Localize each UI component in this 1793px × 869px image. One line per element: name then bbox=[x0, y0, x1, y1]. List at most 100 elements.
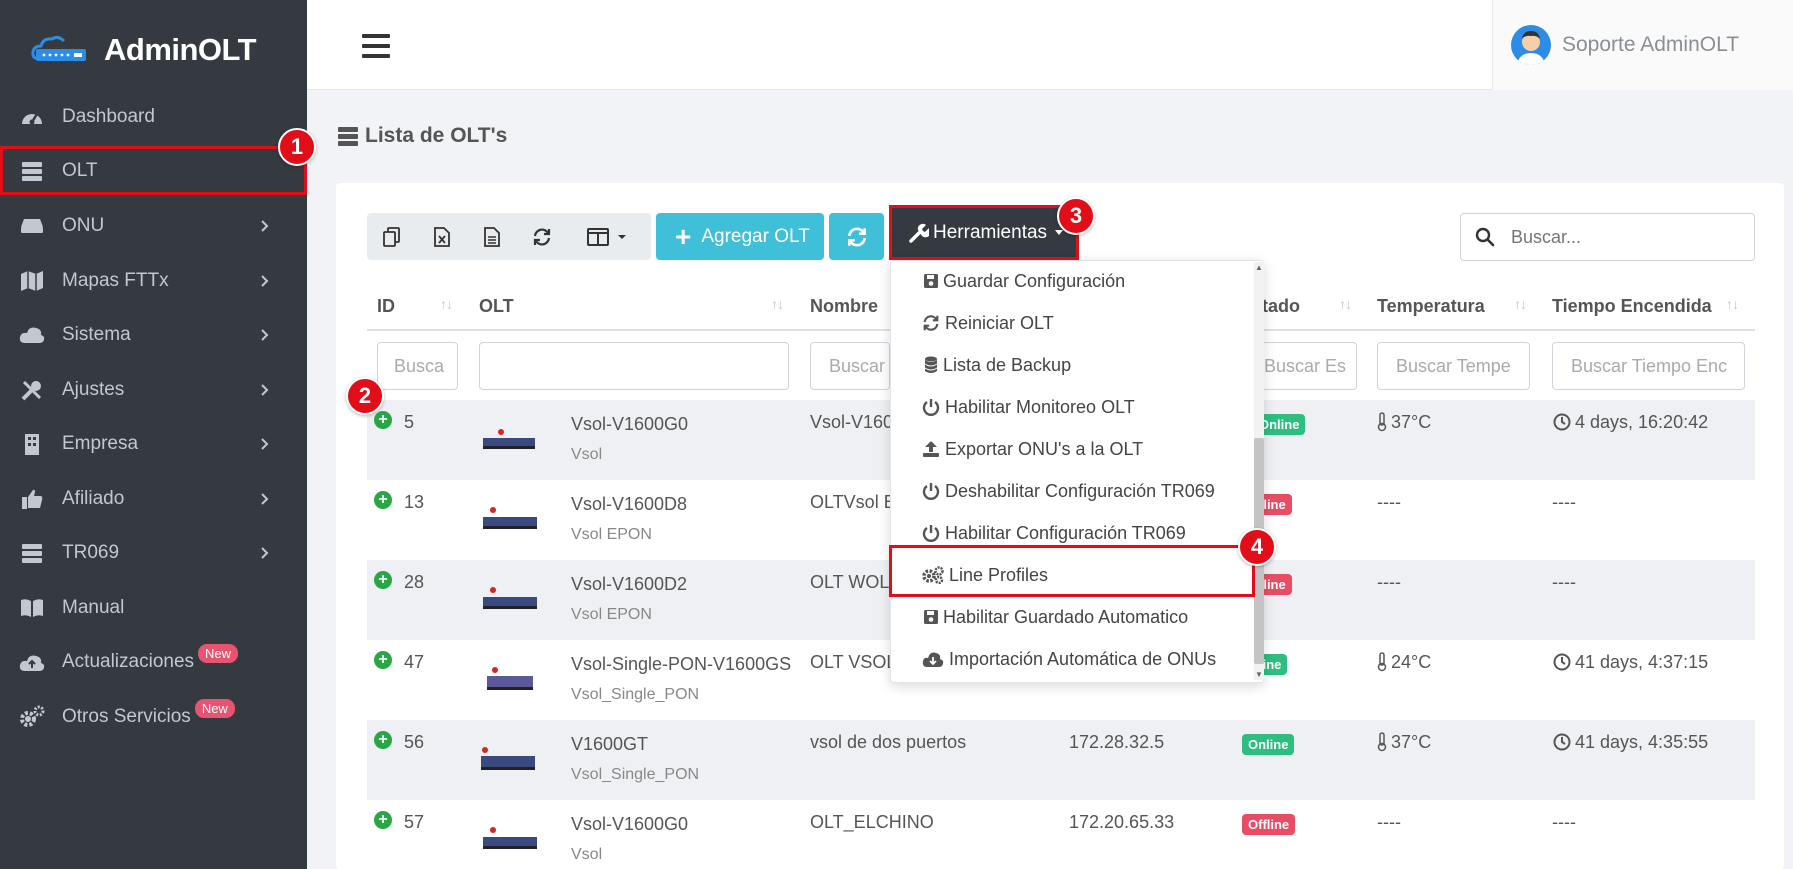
cell-tiempo-encendida: ---- bbox=[1552, 572, 1576, 592]
top-navbar: Soporte AdminOLT bbox=[307, 0, 1793, 90]
filter-nombre-input[interactable]: Buscar bbox=[810, 342, 890, 390]
filter-id-input[interactable]: Busca bbox=[377, 342, 458, 390]
cell-tiempo-encendida: 4 days, 16:20:42 bbox=[1575, 412, 1709, 432]
olt-device-image bbox=[483, 507, 537, 529]
sidebar-item-onu[interactable]: ONU bbox=[0, 201, 307, 251]
expand-row-icon[interactable]: + bbox=[374, 491, 392, 509]
search-icon bbox=[1475, 227, 1495, 247]
scroll-up-arrow-icon[interactable]: ▲ bbox=[1254, 263, 1264, 273]
expand-row-icon[interactable]: + bbox=[374, 651, 392, 669]
copy-button[interactable] bbox=[367, 213, 417, 260]
sidebar-item-mapas-fttx[interactable]: Mapas FTTx bbox=[0, 256, 307, 306]
file-text-icon bbox=[484, 226, 500, 247]
chevron-right-icon bbox=[261, 329, 269, 341]
column-header-olt[interactable]: OLT bbox=[479, 291, 514, 321]
reload-table-button[interactable] bbox=[517, 213, 567, 260]
sidebar-item-label: ONU bbox=[62, 215, 105, 236]
sort-icon[interactable]: ↑↓ bbox=[771, 296, 784, 312]
server-icon bbox=[19, 540, 45, 566]
menu-item-exportar-onus[interactable]: Exportar ONU's a la OLT bbox=[891, 429, 1251, 469]
map-icon bbox=[19, 268, 45, 294]
step-callout-4: 4 bbox=[1238, 528, 1276, 566]
sort-icon[interactable]: ↑↓ bbox=[1339, 296, 1352, 312]
filter-tiempo-input[interactable]: Buscar Tiempo Enc bbox=[1552, 342, 1745, 390]
sort-icon[interactable]: ↑↓ bbox=[440, 296, 453, 312]
sidebar-item-label: Dashboard bbox=[62, 106, 155, 127]
hamburger-menu-icon[interactable] bbox=[362, 34, 390, 60]
sidebar-item-tr069[interactable]: TR069 bbox=[0, 528, 307, 578]
sidebar-item-label: OLT bbox=[62, 159, 98, 181]
sidebar-item-label: Sistema bbox=[62, 324, 131, 345]
menu-item-importacion-automatica[interactable]: Importación Automática de ONUs bbox=[891, 639, 1251, 679]
sidebar-item-otros-servicios[interactable]: Otros Servicios New bbox=[0, 692, 307, 742]
cell-olt-brand: Vsol_Single_PON bbox=[571, 686, 700, 703]
brand-logo[interactable]: AdminOLT bbox=[30, 28, 257, 72]
search-input[interactable] bbox=[1511, 226, 1751, 248]
sync-icon bbox=[847, 227, 866, 246]
sidebar-item-manual[interactable]: Manual bbox=[0, 583, 307, 633]
refresh-button[interactable] bbox=[829, 213, 884, 260]
olt-device-image bbox=[483, 827, 537, 849]
gears-icon bbox=[19, 704, 45, 730]
expand-row-icon[interactable]: + bbox=[374, 411, 392, 429]
column-header-id[interactable]: ID bbox=[377, 291, 395, 321]
sidebar-item-dashboard[interactable]: Dashboard bbox=[0, 92, 307, 142]
scroll-down-arrow-icon[interactable]: ▼ bbox=[1254, 670, 1264, 680]
sort-icon[interactable]: ↑↓ bbox=[1514, 296, 1527, 312]
sidebar-item-label: Mapas FTTx bbox=[62, 270, 169, 291]
sidebar-item-olt[interactable]: OLT bbox=[0, 146, 307, 195]
sidebar-item-actualizaciones[interactable]: Actualizaciones New bbox=[0, 637, 307, 687]
cell-olt-model: V1600GT bbox=[571, 734, 649, 754]
sort-icon[interactable]: ↑↓ bbox=[1726, 296, 1739, 312]
cell-id: 56 bbox=[404, 732, 425, 752]
sidebar-item-sistema[interactable]: Sistema bbox=[0, 310, 307, 360]
menu-item-reiniciar-olt[interactable]: Reiniciar OLT bbox=[891, 303, 1251, 343]
cell-olt-brand: Vsol EPON bbox=[571, 526, 652, 543]
cell-tiempo-encendida: ---- bbox=[1552, 492, 1576, 512]
table-row[interactable] bbox=[367, 720, 1755, 800]
sidebar-item-afiliado[interactable]: Afiliado bbox=[0, 474, 307, 524]
power-icon bbox=[921, 523, 941, 543]
cell-tiempo-encendida: ---- bbox=[1552, 812, 1576, 832]
menu-item-guardar-configuracion[interactable]: Guardar Configuración bbox=[891, 261, 1251, 301]
column-visibility-button[interactable] bbox=[572, 213, 642, 260]
cell-temperatura: 24°C bbox=[1391, 652, 1432, 672]
add-olt-button[interactable]: + Agregar OLT bbox=[656, 213, 824, 260]
user-menu[interactable]: Soporte AdminOLT bbox=[1492, 0, 1793, 90]
page-title-text: Lista de OLT's bbox=[365, 124, 508, 147]
expand-row-icon[interactable]: + bbox=[374, 731, 392, 749]
column-header-tiempo-encendida[interactable]: Tiempo Encendida bbox=[1552, 291, 1712, 321]
herramientas-dropdown-menu: Guardar Configuración Reiniciar OLT List… bbox=[890, 260, 1264, 683]
cell-olt-model: Vsol-V1600D2 bbox=[571, 574, 688, 594]
column-header-temperatura[interactable]: Temperatura bbox=[1377, 291, 1485, 321]
expand-row-icon[interactable]: + bbox=[374, 811, 392, 829]
menu-item-label: Lista de Backup bbox=[943, 354, 1072, 375]
filter-olt-input[interactable] bbox=[479, 342, 789, 390]
column-header-nombre[interactable]: Nombre bbox=[810, 291, 878, 321]
cell-temperatura: ---- bbox=[1377, 492, 1401, 512]
export-button-group bbox=[367, 213, 651, 260]
cell-nombre: OLT_ELCHINO bbox=[810, 812, 934, 832]
cloud-download-icon bbox=[921, 649, 945, 669]
menu-item-habilitar-guardado-automatico[interactable]: Habilitar Guardado Automatico bbox=[891, 597, 1251, 637]
sidebar: AdminOLT Dashboard OLT ONU Mapas FTTx Si… bbox=[0, 0, 307, 869]
thermometer-icon bbox=[1377, 412, 1387, 432]
expand-row-icon[interactable]: + bbox=[374, 571, 392, 589]
cell-id: 13 bbox=[404, 492, 425, 512]
sidebar-item-ajustes[interactable]: Ajustes bbox=[0, 365, 307, 415]
menu-item-label: Importación Automática de ONUs bbox=[949, 648, 1217, 669]
table-search-box[interactable] bbox=[1460, 213, 1755, 261]
menu-item-lista-de-backup[interactable]: Lista de Backup bbox=[891, 345, 1251, 385]
excel-export-button[interactable] bbox=[417, 213, 467, 260]
menu-item-label: Guardar Configuración bbox=[943, 270, 1126, 291]
sidebar-item-empresa[interactable]: Empresa bbox=[0, 419, 307, 469]
herramientas-dropdown-button[interactable]: Herramientas bbox=[889, 205, 1079, 260]
column-header-estado[interactable]: tado bbox=[1262, 291, 1300, 321]
menu-item-deshabilitar-tr069[interactable]: Deshabilitar Configuración TR069 bbox=[891, 471, 1251, 511]
menu-item-habilitar-monitoreo-olt[interactable]: Habilitar Monitoreo OLT bbox=[891, 387, 1251, 427]
status-badge: Online bbox=[1242, 734, 1295, 755]
pdf-export-button[interactable] bbox=[467, 213, 517, 260]
floppy-icon bbox=[921, 271, 941, 291]
filter-temperatura-input[interactable]: Buscar Tempe bbox=[1377, 342, 1530, 390]
step-callout-1: 1 bbox=[278, 128, 316, 166]
